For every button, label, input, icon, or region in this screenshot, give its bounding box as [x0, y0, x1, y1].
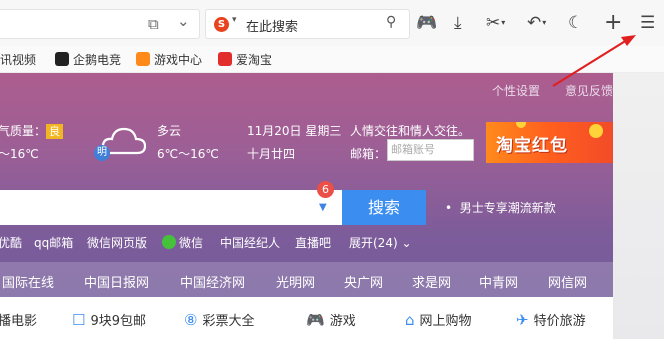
- new-tab-icon[interactable]: +: [604, 12, 622, 34]
- start-page: 个性设置 意见反馈 气质量：良 ～16℃ 明 多云 6℃～16℃ 11月20日 …: [0, 73, 613, 339]
- banner-title: 淘宝红包: [496, 136, 568, 156]
- mail-account-input[interactable]: 邮箱账号: [387, 139, 474, 161]
- category-travel[interactable]: ✈ 特价旅游: [516, 310, 586, 329]
- quick-link-wechat[interactable]: 微信: [162, 234, 203, 251]
- plane-icon: ✈: [516, 311, 529, 329]
- category-9-9-free-shipping[interactable]: ☐ 9块9包邮: [72, 310, 146, 329]
- notification-badge: 6: [317, 181, 334, 198]
- scissors-icon[interactable]: ✂▾: [486, 12, 505, 34]
- engine-dropdown-icon[interactable]: ▼: [319, 202, 327, 213]
- category-movie[interactable]: 播电影: [0, 310, 37, 329]
- quick-link-zhibo8[interactable]: 直播吧: [295, 234, 331, 251]
- bookmark-penguin-esports[interactable]: 企鹅电竞: [55, 51, 121, 68]
- bookmarks-bar: 腾讯视频 企鹅电竞 游戏中心 爱淘宝: [0, 46, 664, 73]
- bookmark-tencent-video[interactable]: 腾讯视频: [0, 51, 36, 68]
- lottery-icon: ⑧: [184, 311, 198, 329]
- chevron-down-icon[interactable]: ⌄: [177, 12, 190, 30]
- weather-temperature: 6℃～16℃: [157, 147, 219, 161]
- address-bar[interactable]: ⧉ ⌄: [0, 9, 200, 39]
- personal-settings-link[interactable]: 个性设置: [492, 82, 540, 99]
- promo-text[interactable]: 人情交往和情人交往。: [350, 122, 470, 139]
- news-link[interactable]: 中国日报网: [84, 272, 149, 291]
- bookmark-ai-taobao[interactable]: 爱淘宝: [218, 51, 272, 68]
- tomorrow-badge: 明: [94, 145, 110, 161]
- wechat-icon: [162, 235, 176, 249]
- search-icon[interactable]: ⚲: [386, 14, 396, 30]
- category-online-shopping[interactable]: ⌂ 网上购物: [405, 310, 472, 329]
- date-line: 11月20日 星期三: [247, 124, 342, 138]
- air-quality[interactable]: 气质量：良: [0, 122, 64, 139]
- undo-icon[interactable]: ↶▾: [527, 12, 546, 34]
- coin-decoration: [589, 124, 603, 138]
- air-quality-badge: 良: [46, 124, 64, 139]
- sogou-icon[interactable]: S: [214, 17, 229, 32]
- gamepad-icon: 🎮: [306, 311, 325, 329]
- lunar-date: 十月廿四: [247, 147, 296, 161]
- shield-icon: ☐: [72, 311, 86, 329]
- moon-icon[interactable]: ☾: [568, 12, 583, 34]
- category-games[interactable]: 🎮 游戏: [306, 310, 356, 329]
- engine-caret-icon[interactable]: ▾: [232, 15, 237, 25]
- mail-label: 邮箱：: [350, 147, 387, 161]
- news-site-bar: 国际在线 中国日报网 中国经济网 光明网 央广网 求是网 中青网 网信网: [0, 262, 613, 297]
- quick-link-web-wechat[interactable]: 微信网页版: [87, 234, 147, 251]
- game-icon[interactable]: 🎮: [416, 12, 437, 34]
- category-bar: 播电影 ☐ 9块9包邮 ⑧ 彩票大全 🎮 游戏 ⌂ 网上购物 ✈ 特价旅游: [0, 297, 613, 339]
- news-link[interactable]: 中青网: [479, 272, 518, 291]
- feedback-link[interactable]: 意见反馈: [565, 82, 613, 99]
- search-button[interactable]: 搜索: [342, 190, 426, 225]
- today-temperature: ～16℃: [0, 147, 39, 161]
- news-link[interactable]: 中国经济网: [180, 272, 245, 291]
- penguin-icon: [55, 52, 69, 66]
- expand-links-button[interactable]: 展开(24) ⌄: [349, 234, 412, 251]
- page-side-margin: [613, 73, 664, 339]
- news-link[interactable]: 网信网: [548, 272, 587, 291]
- shop-icon: ⌂: [405, 311, 415, 329]
- quick-link-qqmail[interactable]: qq邮箱: [34, 234, 73, 251]
- game-center-icon: [136, 52, 150, 66]
- category-lottery[interactable]: ⑧ 彩票大全: [184, 310, 254, 329]
- main-search-input[interactable]: ▼: [0, 190, 342, 225]
- news-link[interactable]: 央广网: [344, 272, 383, 291]
- news-link[interactable]: 求是网: [412, 272, 451, 291]
- menu-icon[interactable]: ☰: [640, 12, 655, 34]
- search-input-placeholder[interactable]: 在此搜索: [246, 16, 298, 35]
- coin-decoration: [516, 122, 526, 128]
- download-icon[interactable]: ⤓: [454, 12, 462, 34]
- news-link[interactable]: 国际在线: [2, 272, 54, 291]
- taobao-redpacket-banner[interactable]: 淘宝红包: [486, 122, 613, 163]
- bookmark-game-center[interactable]: 游戏中心: [136, 51, 202, 68]
- quick-link-youku[interactable]: 优酷: [0, 234, 22, 251]
- news-link[interactable]: 光明网: [276, 272, 315, 291]
- taobao-icon: [218, 52, 232, 66]
- share-icon[interactable]: ⧉: [148, 15, 159, 33]
- quick-link-broker[interactable]: 中国经纪人: [220, 234, 280, 251]
- browser-toolbar: ⧉ ⌄ S ▾ 在此搜索 ⚲ 🎮 ⤓ ✂▾ ↶▾ ☾ + ☰: [0, 0, 664, 46]
- search-promo-link[interactable]: • 男士专享潮流新款: [445, 199, 556, 216]
- weather-name: 多云: [157, 124, 182, 138]
- toolbar-search-box[interactable]: S ▾ 在此搜索 ⚲: [205, 9, 410, 39]
